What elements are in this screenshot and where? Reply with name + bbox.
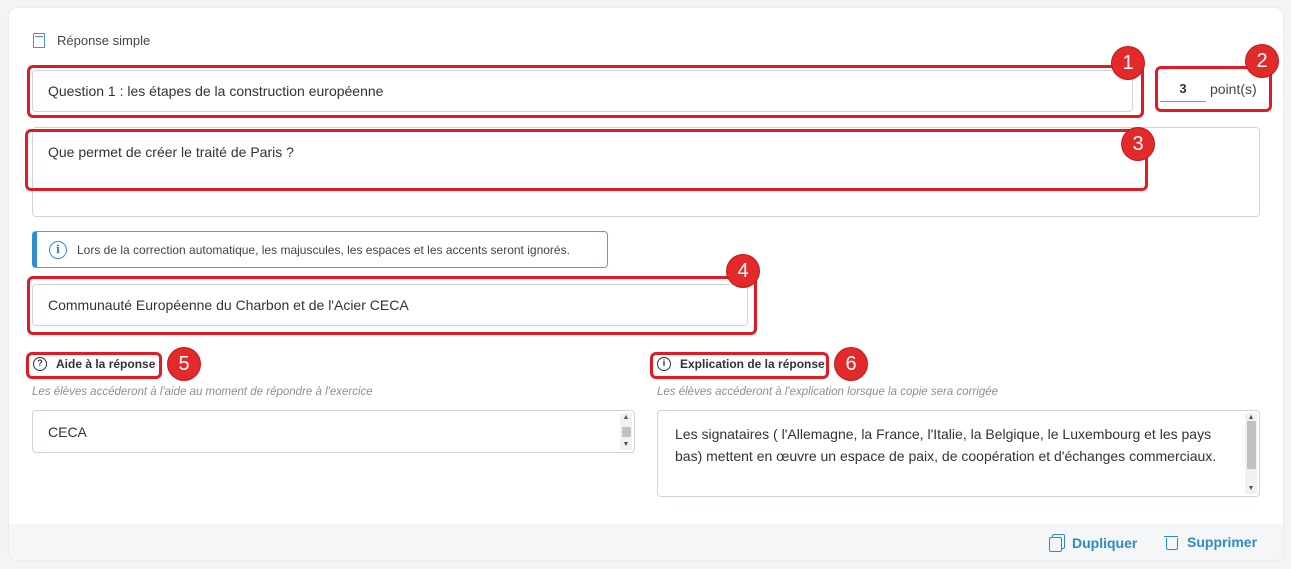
document-icon	[33, 32, 45, 48]
explanation-scrollbar[interactable]: ▲ ▼	[1245, 413, 1257, 494]
copy-icon	[1049, 534, 1065, 552]
trash-icon	[1164, 535, 1178, 550]
annotation-box-1	[27, 65, 1144, 118]
duplicate-label: Dupliquer	[1072, 534, 1138, 551]
scroll-down-arrow[interactable]: ▼	[1248, 484, 1255, 494]
scroll-up-arrow[interactable]: ▲	[623, 413, 630, 423]
annotation-badge-1: 1	[1112, 47, 1144, 79]
annotation-badge-3: 3	[1122, 128, 1154, 160]
scroll-thumb[interactable]	[621, 426, 631, 437]
help-text: CECA	[48, 423, 87, 440]
help-textarea[interactable]: CECA ▲ ▼	[32, 410, 635, 453]
delete-label: Supprimer	[1187, 534, 1258, 550]
annotation-badge-2: 2	[1246, 45, 1278, 77]
duplicate-button[interactable]: Dupliquer	[1049, 534, 1138, 552]
help-scrollbar[interactable]: ▲ ▼	[620, 413, 632, 450]
annotation-badge-4: 4	[727, 255, 759, 287]
question-type-label: Réponse simple	[57, 32, 151, 48]
annotation-badge-5: 5	[168, 348, 200, 380]
annotation-box-5	[26, 352, 162, 379]
explanation-hint: Les élèves accéderont à l'explication lo…	[657, 386, 999, 398]
scroll-down-arrow[interactable]: ▼	[623, 440, 630, 450]
explanation-textarea[interactable]: Les signataires ( l'Allemagne, la France…	[657, 410, 1260, 497]
annotation-badge-6: 6	[835, 348, 867, 380]
annotation-box-3	[25, 129, 1148, 191]
annotation-box-6	[650, 352, 829, 379]
auto-correction-notice: i Lors de la correction automatique, les…	[32, 231, 608, 268]
question-type-row: Réponse simple	[33, 31, 150, 49]
notice-text: Lors de la correction automatique, les m…	[77, 242, 570, 257]
annotation-box-4	[27, 276, 757, 335]
delete-button[interactable]: Supprimer	[1164, 534, 1258, 550]
scroll-thumb[interactable]	[1246, 420, 1256, 469]
help-hint: Les élèves accéderont à l'aide au moment…	[32, 386, 373, 398]
info-icon: i	[49, 240, 67, 259]
explanation-text: Les signataires ( l'Allemagne, la France…	[675, 426, 1217, 464]
